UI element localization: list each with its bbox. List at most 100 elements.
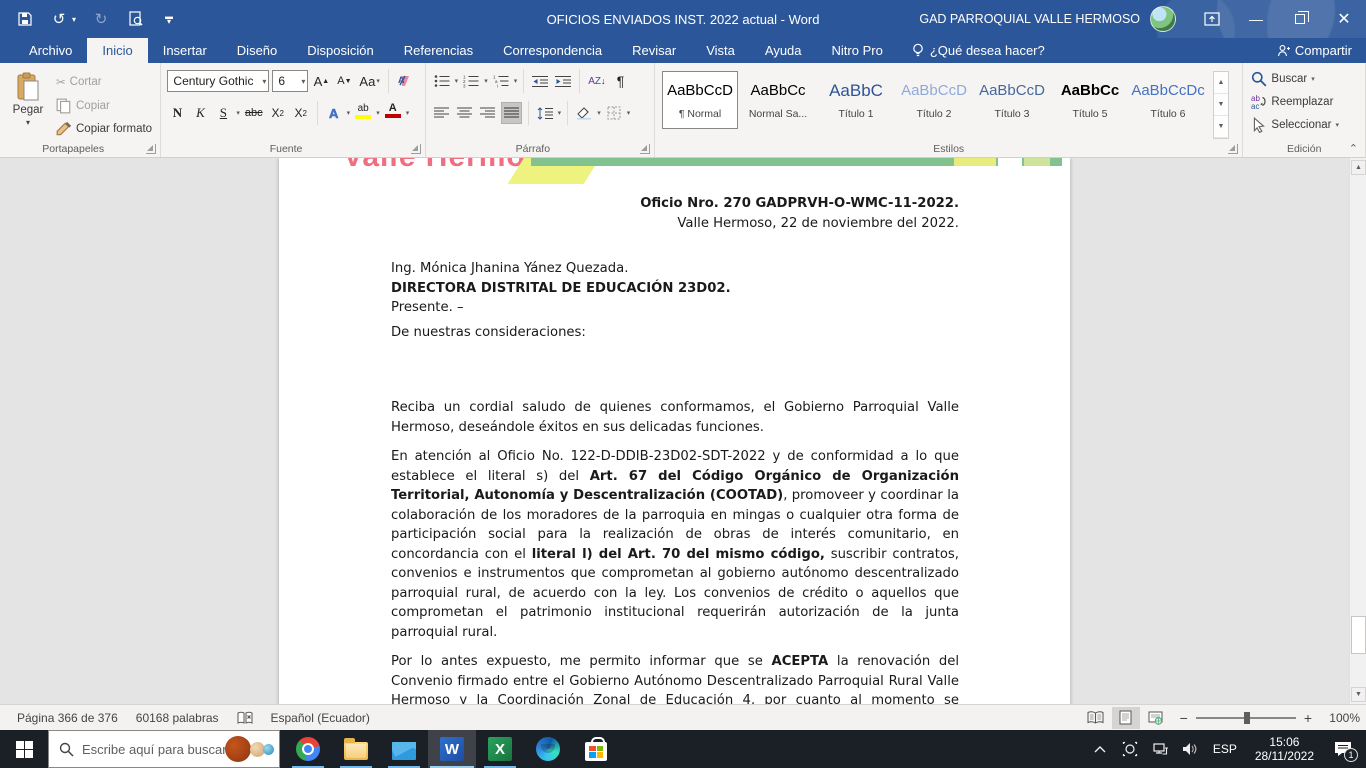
shading-dropdown-icon[interactable]: ▾ <box>597 109 601 117</box>
increase-indent-icon[interactable] <box>553 70 573 92</box>
tab-revisar[interactable]: Revisar <box>617 38 691 63</box>
account-name[interactable]: GAD PARROQUIAL VALLE HERMOSO <box>919 12 1140 26</box>
styles-scroll-down-icon[interactable]: ▼ <box>1214 94 1229 116</box>
underline-dropdown-icon[interactable]: ▾ <box>236 109 240 117</box>
zoom-slider-thumb[interactable] <box>1243 711 1250 724</box>
taskbar-word-button[interactable]: W <box>428 730 476 768</box>
font-name-dropdown-icon[interactable]: ▾ <box>259 77 266 86</box>
paragraph-dialog-launcher[interactable] <box>640 144 651 154</box>
font-size-combo[interactable]: 6 ▾ <box>272 70 309 92</box>
find-button[interactable]: Buscar ▾ <box>1249 69 1361 89</box>
tab-correspondencia[interactable]: Correspondencia <box>488 38 617 63</box>
styles-scrollbar[interactable]: ▲ ▼ ▼ <box>1213 71 1230 139</box>
styles-scroll-up-icon[interactable]: ▲ <box>1214 72 1229 94</box>
select-dropdown-icon[interactable]: ▾ <box>1336 121 1340 129</box>
word-count[interactable]: 60168 palabras <box>127 711 228 725</box>
language-indicator[interactable]: ESP <box>1207 742 1243 756</box>
scrollbar-thumb[interactable] <box>1351 616 1366 654</box>
bullets-icon[interactable] <box>432 70 452 92</box>
vertical-scrollbar[interactable]: ▲ ▼ <box>1349 158 1366 704</box>
superscript-button[interactable]: X2 <box>291 102 311 124</box>
change-case-button[interactable]: Aa ▾ <box>357 70 381 92</box>
tab-archivo[interactable]: Archivo <box>14 38 87 63</box>
underline-button[interactable]: S <box>213 102 233 124</box>
tab-disposici-n[interactable]: Disposición <box>292 38 388 63</box>
borders-icon[interactable] <box>604 102 624 124</box>
document-page[interactable]: Valle Hermoso Oficio Nro. 270 GADPRVH-O-… <box>279 158 1070 704</box>
notification-center-button[interactable]: 1 <box>1326 730 1360 768</box>
taskbar-chrome-button[interactable] <box>284 730 332 768</box>
document-area[interactable]: Valle Hermoso Oficio Nro. 270 GADPRVH-O-… <box>0 158 1366 704</box>
taskbar-excel-button[interactable]: X <box>476 730 524 768</box>
web-layout-icon[interactable] <box>1142 707 1170 729</box>
line-spacing-icon[interactable] <box>535 102 555 124</box>
paste-button[interactable]: Pegar ▾ <box>6 68 50 139</box>
font-size-dropdown-icon[interactable]: ▾ <box>298 77 305 86</box>
zoom-out-icon[interactable]: − <box>1180 710 1188 726</box>
highlight-button[interactable]: ab <box>353 102 373 124</box>
print-preview-icon[interactable] <box>126 10 144 28</box>
bullets-dropdown-icon[interactable]: ▾ <box>455 77 459 85</box>
language-status[interactable]: Español (Ecuador) <box>262 711 379 725</box>
justify-icon[interactable] <box>500 102 522 124</box>
bold-button[interactable]: N <box>167 102 187 124</box>
share-button[interactable]: Compartir <box>1277 38 1352 63</box>
style-t-tulo-1[interactable]: AaBbC Título 1 <box>818 71 895 129</box>
font-color-button[interactable]: A <box>383 102 403 124</box>
font-color-dropdown-icon[interactable]: ▾ <box>406 109 410 117</box>
taskbar-edge-button[interactable] <box>524 730 572 768</box>
borders-dropdown-icon[interactable]: ▾ <box>627 109 631 117</box>
avatar[interactable] <box>1150 6 1176 32</box>
read-mode-icon[interactable] <box>1082 707 1110 729</box>
numbering-dropdown-icon[interactable]: ▾ <box>484 77 488 85</box>
style-t-tulo-6[interactable]: AaBbCcDc Título 6 <box>1130 71 1207 129</box>
page-count[interactable]: Página 366 de 376 <box>8 711 127 725</box>
scroll-up-icon[interactable]: ▲ <box>1351 160 1366 175</box>
subscript-button[interactable]: X2 <box>268 102 288 124</box>
customize-qat-icon[interactable]: ▬ ▾ <box>160 10 178 28</box>
find-dropdown-icon[interactable]: ▾ <box>1311 75 1315 83</box>
minimize-button[interactable]: — <box>1234 0 1278 38</box>
clipboard-dialog-launcher[interactable] <box>146 144 157 154</box>
restore-button[interactable] <box>1278 0 1322 38</box>
print-layout-icon[interactable] <box>1111 706 1140 729</box>
tab-referencias[interactable]: Referencias <box>389 38 488 63</box>
document-text[interactable]: Oficio Nro. 270 GADPRVH-O-WMC-11-2022. Va… <box>391 194 959 704</box>
clock[interactable]: 15:06 28/11/2022 <box>1247 735 1322 763</box>
line-spacing-dropdown-icon[interactable]: ▾ <box>558 109 562 117</box>
zoom-percentage[interactable]: 100% <box>1322 711 1360 725</box>
zoom-in-icon[interactable]: + <box>1304 710 1312 726</box>
tab-nitro-pro[interactable]: Nitro Pro <box>817 38 898 63</box>
style-t-tulo-5[interactable]: AaBbCc Título 5 <box>1052 71 1129 129</box>
font-dialog-launcher[interactable] <box>410 144 421 154</box>
taskbar-explorer-button[interactable] <box>332 730 380 768</box>
clear-formatting-icon[interactable]: A <box>395 70 415 92</box>
zoom-slider[interactable] <box>1195 711 1296 724</box>
save-icon[interactable] <box>16 10 34 28</box>
strikethrough-button[interactable]: abc <box>243 102 265 124</box>
tray-expand-icon[interactable] <box>1087 730 1113 768</box>
search-decoration-image[interactable] <box>221 734 275 764</box>
multilevel-list-icon[interactable]: 1ai <box>491 70 511 92</box>
text-effects-dropdown-icon[interactable]: ▾ <box>347 109 351 117</box>
tab-insertar[interactable]: Insertar <box>148 38 222 63</box>
select-button[interactable]: Seleccionar ▾ <box>1249 115 1361 135</box>
styles-more-icon[interactable]: ▼ <box>1214 116 1229 138</box>
undo-icon[interactable]: ↺ <box>50 10 68 28</box>
grow-font-button[interactable]: A ▲ <box>311 70 331 92</box>
format-painter-button[interactable]: Copiar formato <box>54 119 154 139</box>
taskbar-mail-button[interactable] <box>380 730 428 768</box>
highlight-dropdown-icon[interactable]: ▾ <box>376 109 380 117</box>
shading-icon[interactable] <box>574 102 594 124</box>
collapse-ribbon-icon[interactable]: ⌃ <box>1349 142 1358 155</box>
show-formatting-marks-icon[interactable]: ¶ <box>611 70 631 92</box>
style--normal[interactable]: AaBbCcD ¶ Normal <box>662 71 739 129</box>
italic-button[interactable]: K <box>190 102 210 124</box>
sort-icon[interactable]: A Z ↓ <box>586 70 607 92</box>
style-t-tulo-3[interactable]: AaBbCcD Título 3 <box>974 71 1051 129</box>
tab-vista[interactable]: Vista <box>691 38 750 63</box>
numbering-icon[interactable]: 123 <box>461 70 481 92</box>
taskbar-search-input[interactable]: Escribe aquí para buscar <box>48 730 280 768</box>
network-icon[interactable] <box>1147 730 1173 768</box>
undo-dropdown-icon[interactable]: ▾ <box>72 15 76 24</box>
